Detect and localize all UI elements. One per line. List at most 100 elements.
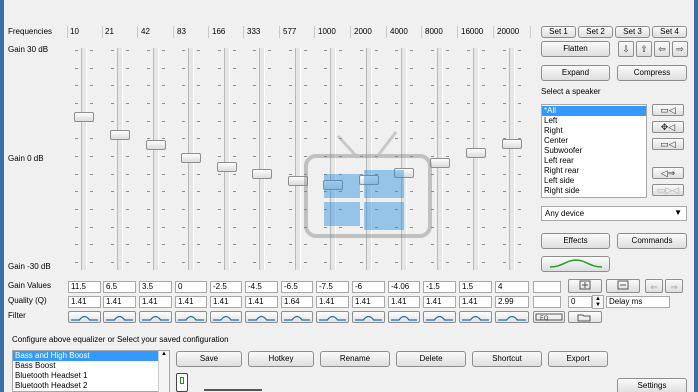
- gain-slider-thumb[interactable]: [146, 140, 166, 150]
- export-button[interactable]: Export: [548, 351, 608, 367]
- move-right-button[interactable]: ⇨: [672, 41, 688, 57]
- speaker-list[interactable]: *All Left Right Center Subwoofer Left rear Rig…: [541, 104, 647, 198]
- add-band-button[interactable]: [568, 279, 602, 293]
- rename-button[interactable]: Rename: [320, 351, 390, 367]
- speaker-list-item[interactable]: Left side: [542, 176, 646, 186]
- filter-type-button[interactable]: [103, 311, 136, 323]
- config-list-item[interactable]: Bass Boost: [13, 361, 158, 371]
- speaker-config-button-3[interactable]: ▭◁: [652, 138, 684, 150]
- spinner-down-icon[interactable]: ▼: [593, 302, 603, 308]
- config-list[interactable]: Bass and High Boost Bass Boost Bluetooth H…: [12, 350, 170, 392]
- config-list-item[interactable]: Bass and High Boost: [13, 351, 158, 361]
- gain-value-input[interactable]: 4: [495, 281, 529, 293]
- speaker-list-item[interactable]: Left: [542, 116, 646, 126]
- gain-value-input[interactable]: 1.5: [459, 281, 492, 293]
- quality-input[interactable]: 1.41: [210, 296, 242, 308]
- folder-button[interactable]: [568, 311, 602, 323]
- gain-slider-track[interactable]: [473, 48, 479, 270]
- gain-extra-field[interactable]: [533, 281, 561, 293]
- set-button-4[interactable]: Set 4: [652, 26, 687, 38]
- config-list-item[interactable]: Bluetooth Headset 1: [13, 371, 158, 381]
- gain-value-input[interactable]: -1.5: [423, 281, 456, 293]
- set-button-1[interactable]: Set 1: [541, 26, 576, 38]
- settings-button[interactable]: Settings: [617, 378, 687, 392]
- quality-input[interactable]: 1.41: [103, 296, 136, 308]
- gain-slider-thumb[interactable]: [466, 148, 486, 158]
- speaker-list-item[interactable]: Subwoofer: [542, 146, 646, 156]
- commands-button[interactable]: Commands: [617, 233, 687, 249]
- quality-input[interactable]: 1.41: [175, 296, 207, 308]
- gain-slider-thumb[interactable]: [74, 112, 94, 122]
- filter-type-button[interactable]: [139, 311, 172, 323]
- gain-value-input[interactable]: 3.5: [139, 281, 172, 293]
- effects-button[interactable]: Effects: [541, 233, 610, 249]
- quality-input[interactable]: 2.99: [495, 296, 529, 308]
- set-button-2[interactable]: Set 2: [578, 26, 613, 38]
- quality-input[interactable]: 1.41: [423, 296, 456, 308]
- speaker-list-item[interactable]: Center: [542, 136, 646, 146]
- speaker-config-button-5[interactable]: ▭▷◁: [652, 184, 684, 196]
- gain-value-input[interactable]: 11.5: [68, 281, 101, 293]
- filter-type-button[interactable]: [352, 311, 385, 323]
- quality-input[interactable]: 1.41: [316, 296, 349, 308]
- flatten-button[interactable]: Flatten: [541, 41, 610, 57]
- delete-button[interactable]: Delete: [396, 351, 466, 367]
- gain-value-input[interactable]: -4.5: [245, 281, 278, 293]
- quality-input[interactable]: 1.41: [459, 296, 492, 308]
- compress-button[interactable]: Compress: [617, 65, 687, 81]
- filter-type-button[interactable]: [495, 311, 529, 323]
- filter-type-button[interactable]: [175, 311, 207, 323]
- shift-right-button[interactable]: ⇒: [665, 279, 683, 293]
- gain-slider-thumb[interactable]: [110, 130, 130, 140]
- gain-value-input[interactable]: -4.06: [388, 281, 420, 293]
- quality-input[interactable]: 1.41: [352, 296, 385, 308]
- eq-mode-button[interactable]: EQ: [533, 311, 565, 323]
- gain-slider-thumb[interactable]: [252, 169, 272, 179]
- quality-extra-field[interactable]: [533, 296, 561, 308]
- filter-type-button[interactable]: [459, 311, 492, 323]
- hotkey-button[interactable]: Hotkey: [248, 351, 314, 367]
- gain-value-input[interactable]: -7.5: [316, 281, 349, 293]
- speaker-list-item[interactable]: Right rear: [542, 166, 646, 176]
- speaker-list-item[interactable]: Right: [542, 126, 646, 136]
- filter-type-button[interactable]: [245, 311, 278, 323]
- device-select[interactable]: Any device ▼: [541, 206, 687, 221]
- filter-type-button[interactable]: [210, 311, 242, 323]
- speaker-list-item[interactable]: Right side: [542, 186, 646, 196]
- speaker-config-button-2[interactable]: ✥◁: [652, 121, 684, 133]
- gain-value-input[interactable]: -6: [352, 281, 385, 293]
- quality-input[interactable]: 1.41: [139, 296, 172, 308]
- gain-slider-track[interactable]: [224, 48, 230, 270]
- gain-value-input[interactable]: 6.5: [103, 281, 136, 293]
- shift-left-button[interactable]: ⇐: [645, 279, 663, 293]
- gain-slider-thumb[interactable]: [181, 153, 201, 163]
- gain-slider-track[interactable]: [81, 48, 87, 270]
- gain-value-input[interactable]: 0: [175, 281, 207, 293]
- delay-spinner[interactable]: ▲ ▼: [592, 295, 604, 309]
- quality-input[interactable]: 1.41: [245, 296, 278, 308]
- quality-input[interactable]: 1.41: [388, 296, 420, 308]
- gain-value-input[interactable]: -2.5: [210, 281, 242, 293]
- save-button[interactable]: Save: [176, 351, 242, 367]
- gain-slider-track[interactable]: [259, 48, 265, 270]
- move-down-button[interactable]: ⇩: [618, 41, 634, 57]
- move-left-button[interactable]: ⇦: [654, 41, 670, 57]
- remove-band-button[interactable]: [606, 279, 640, 293]
- speaker-config-button-4[interactable]: ◁⇒: [652, 167, 684, 179]
- config-list-scrollbar[interactable]: ▲: [158, 351, 169, 392]
- quality-input[interactable]: 1.41: [68, 296, 101, 308]
- effect-curve-button[interactable]: [541, 256, 610, 272]
- expand-button[interactable]: Expand: [541, 65, 610, 81]
- config-list-item[interactable]: Bluetooth Headset 2: [13, 381, 158, 391]
- gain-value-input[interactable]: -6.5: [281, 281, 313, 293]
- delay-input[interactable]: 0: [568, 296, 592, 308]
- shortcut-button[interactable]: Shortcut: [472, 351, 542, 367]
- filter-type-button[interactable]: [316, 311, 349, 323]
- filter-type-button[interactable]: [68, 311, 101, 323]
- set-button-3[interactable]: Set 3: [615, 26, 650, 38]
- filter-type-button[interactable]: [281, 311, 313, 323]
- speaker-list-item[interactable]: *All: [542, 106, 646, 116]
- gain-slider-track[interactable]: [153, 48, 159, 270]
- speaker-list-item[interactable]: Left rear: [542, 156, 646, 166]
- scroll-up-icon[interactable]: ▲: [159, 351, 169, 357]
